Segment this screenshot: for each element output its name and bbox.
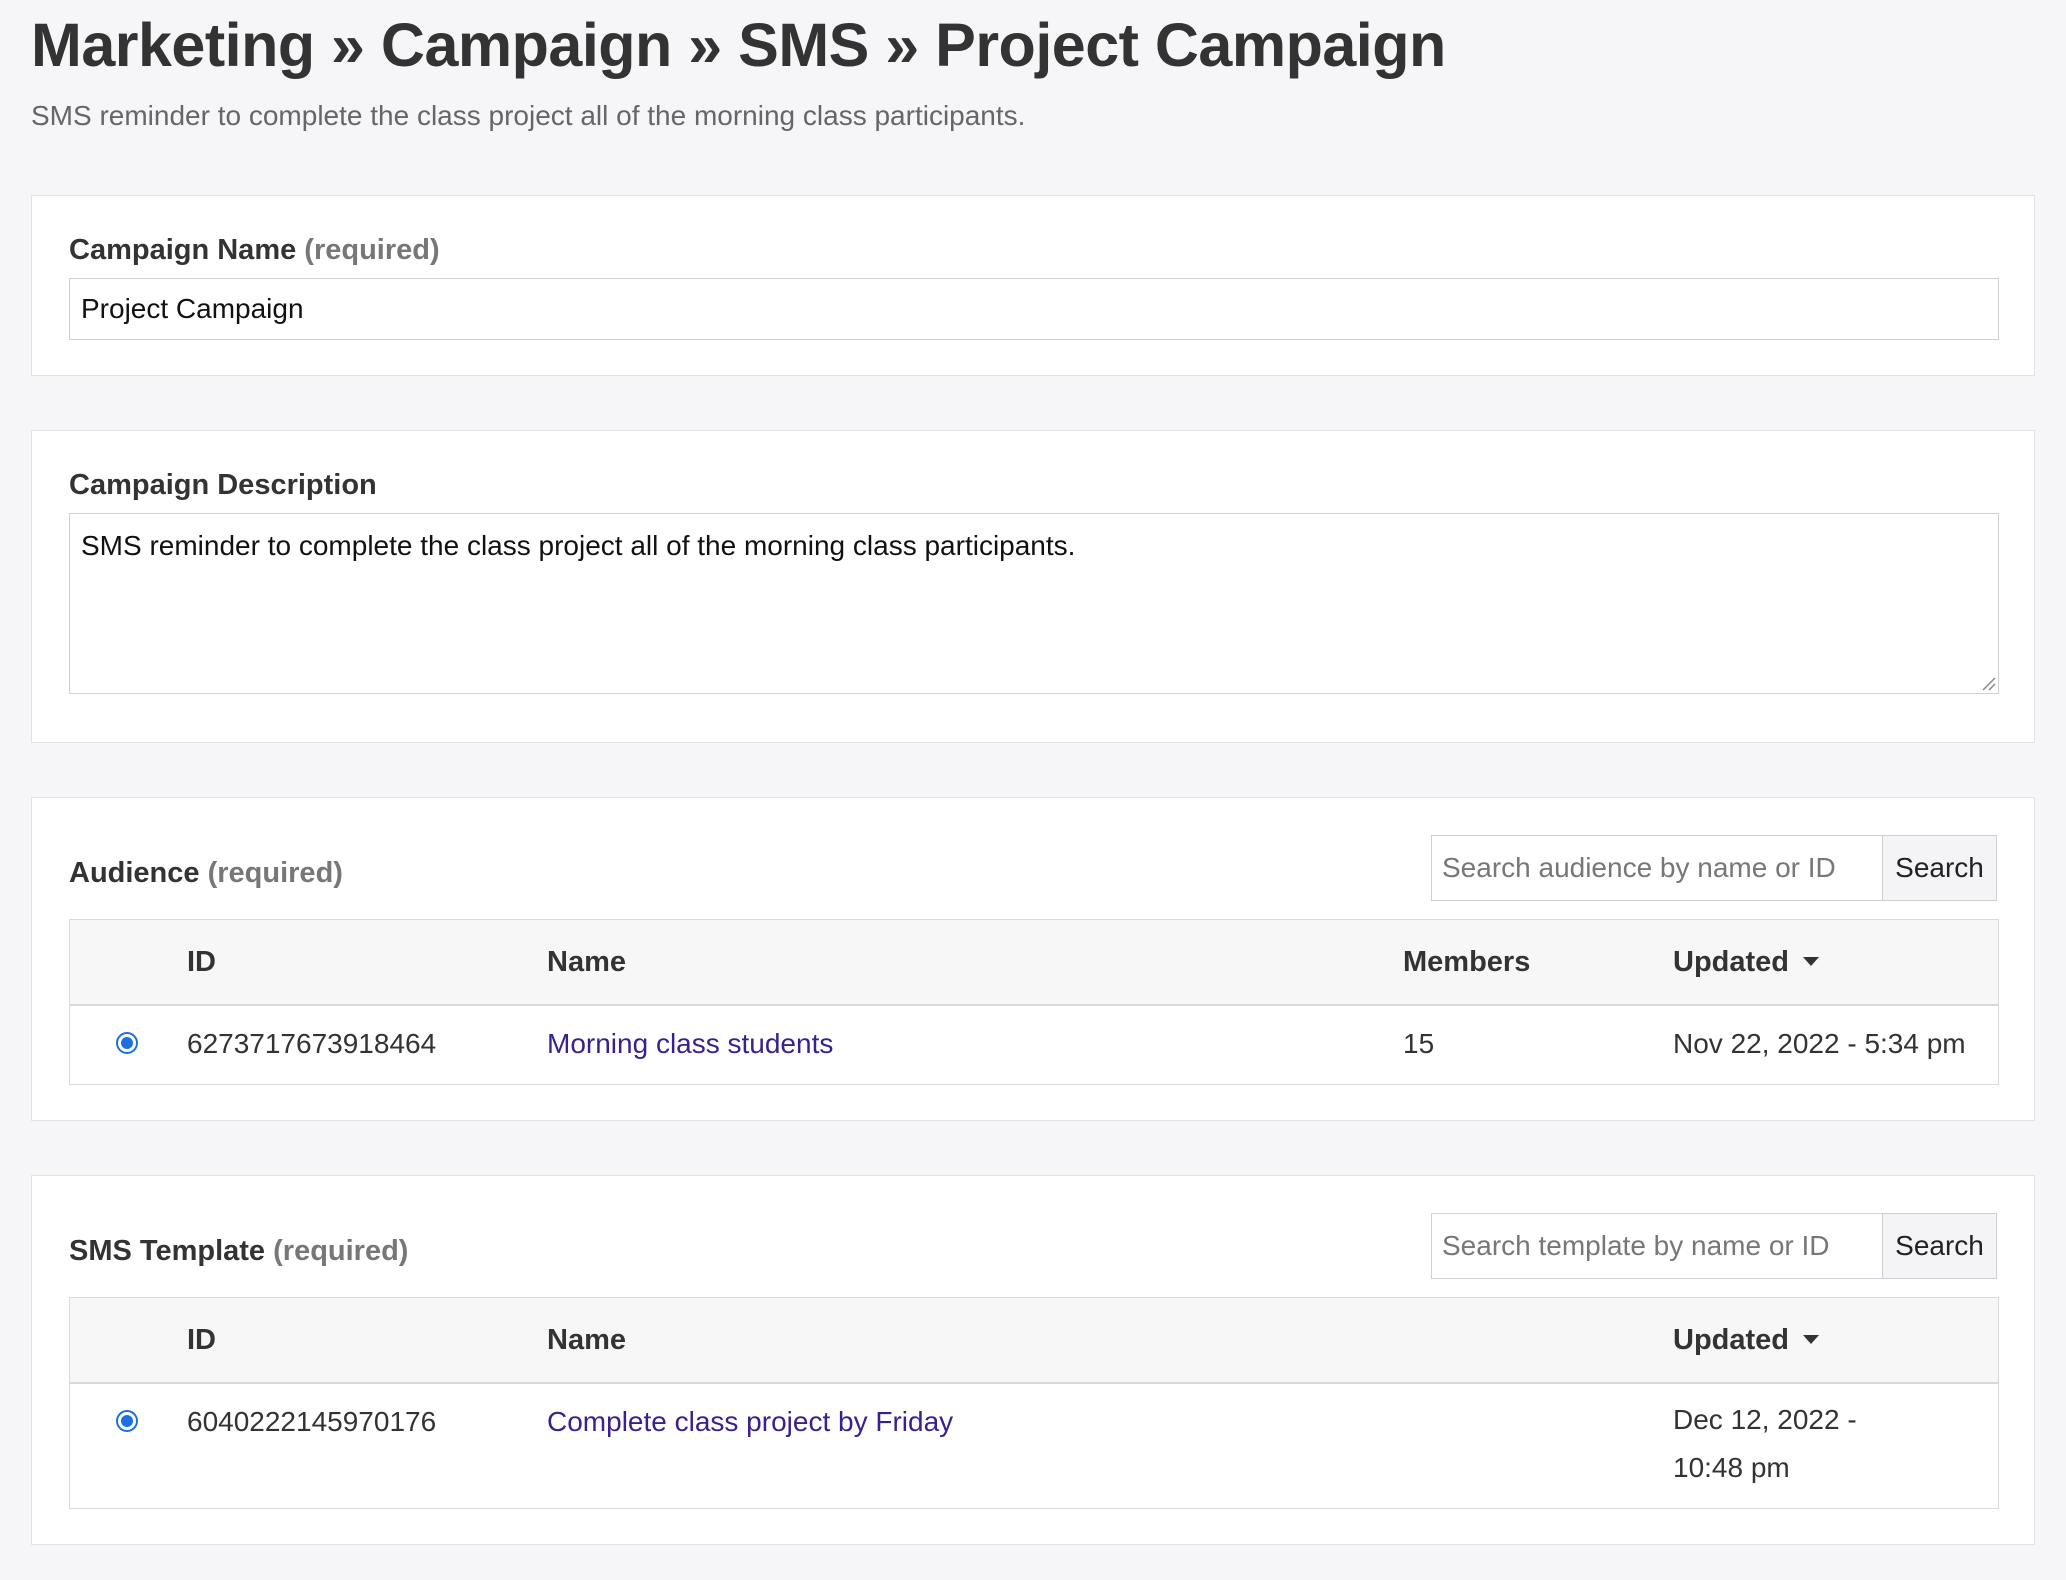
template-id-cell: 6040222145970176: [187, 1406, 437, 1437]
audience-table: ID Name Members Updated 6273717673918464…: [69, 919, 1999, 1085]
sms-template-label: SMS Template (required): [69, 1235, 408, 1268]
row-select-radio[interactable]: [116, 1410, 138, 1432]
campaign-name-label-text: Campaign Name: [69, 234, 297, 266]
column-header-updated-label: Updated: [1673, 1324, 1789, 1356]
table-row[interactable]: 6040222145970176 Complete class project …: [70, 1384, 1998, 1508]
column-header-members: Members: [1403, 946, 1531, 978]
row-select-radio[interactable]: [116, 1032, 138, 1054]
audience-search-input[interactable]: [1432, 836, 1882, 900]
column-header-id: ID: [187, 946, 216, 978]
column-header-updated-label: Updated: [1673, 946, 1789, 978]
template-updated-cell: Dec 12, 2022 - 10:48 pm: [1673, 1404, 1857, 1483]
page-title: Marketing » Campaign » SMS » Project Cam…: [31, 11, 1446, 79]
audience-panel: Audience (required) Search ID Name Membe…: [31, 797, 2035, 1121]
sms-template-panel: SMS Template (required) Search ID Name U…: [31, 1175, 2035, 1545]
column-header-updated[interactable]: Updated: [1673, 920, 1819, 1004]
template-search-group: Search: [1431, 1213, 1997, 1279]
campaign-name-panel: Campaign Name (required): [31, 195, 2035, 376]
sms-template-table: ID Name Updated 6040222145970176 Complet…: [69, 1297, 1999, 1509]
audience-search-group: Search: [1431, 835, 1997, 901]
column-header-id: ID: [187, 1324, 216, 1356]
sort-descending-icon: [1803, 1334, 1819, 1344]
resize-handle-icon[interactable]: [1980, 675, 1996, 691]
campaign-description-label: Campaign Description: [69, 469, 377, 501]
required-indicator: (required): [273, 1235, 409, 1267]
table-row[interactable]: 6273717673918464 Morning class students …: [70, 1006, 1998, 1084]
audience-label: Audience (required): [69, 857, 343, 890]
column-header-name: Name: [547, 1324, 626, 1356]
template-search-button[interactable]: Search: [1882, 1214, 1996, 1278]
required-indicator: (required): [207, 857, 343, 889]
column-header-updated[interactable]: Updated: [1673, 1298, 1819, 1382]
campaign-name-label: Campaign Name (required): [69, 234, 440, 267]
sms-template-label-text: SMS Template: [69, 1235, 266, 1267]
sort-descending-icon: [1803, 956, 1819, 966]
campaign-description-panel: Campaign Description SMS reminder to com…: [31, 430, 2035, 743]
audience-table-header: ID Name Members Updated: [70, 920, 1998, 1006]
audience-members-cell: 15: [1403, 1028, 1435, 1059]
column-header-name: Name: [547, 946, 626, 978]
audience-updated-cell: Nov 22, 2022 - 5:34 pm: [1673, 1028, 1966, 1059]
audience-search-button[interactable]: Search: [1882, 836, 1996, 900]
campaign-name-input[interactable]: [69, 278, 1999, 340]
campaign-description-text: SMS reminder to complete the class proje…: [81, 530, 1076, 561]
sms-template-table-header: ID Name Updated: [70, 1298, 1998, 1384]
audience-label-text: Audience: [69, 857, 200, 889]
required-indicator: (required): [304, 234, 440, 266]
template-search-input[interactable]: [1432, 1214, 1882, 1278]
campaign-description-textarea[interactable]: SMS reminder to complete the class proje…: [69, 513, 1999, 694]
audience-id-cell: 6273717673918464: [187, 1028, 437, 1059]
template-name-link[interactable]: Complete class project by Friday: [547, 1406, 953, 1438]
page-subtitle: SMS reminder to complete the class proje…: [31, 100, 1026, 131]
audience-name-link[interactable]: Morning class students: [547, 1028, 833, 1060]
